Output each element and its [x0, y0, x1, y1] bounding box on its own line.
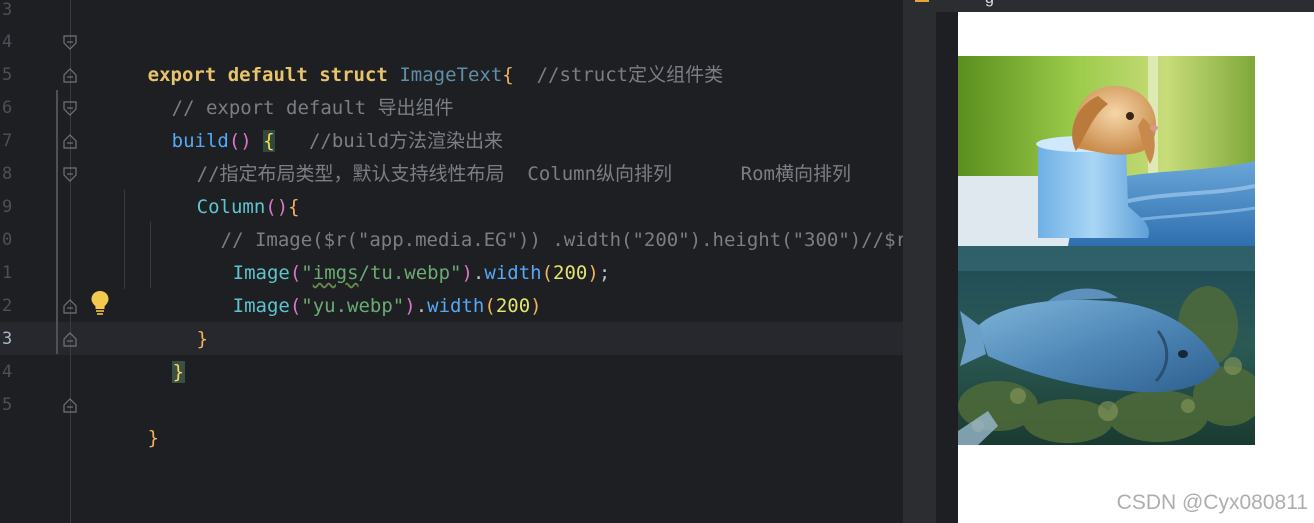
code-line-14: 4	[0, 356, 903, 389]
fold-close-icon[interactable]	[63, 332, 77, 347]
fold-open-icon[interactable]	[63, 167, 77, 182]
fold-close-icon[interactable]	[63, 398, 77, 413]
lightbulb-icon[interactable]	[90, 290, 110, 316]
code-line-12: 2 }	[0, 290, 903, 350]
brace: }	[147, 427, 160, 449]
line-number: 3	[2, 0, 13, 20]
code-line-8: 8 Column(){	[0, 158, 903, 218]
code-line-10: 0 Image("imgs/tu.webp").width(200);	[0, 224, 903, 284]
code-line-6: 6 build() { //build方法渲染出来	[0, 92, 903, 152]
rabbit-image	[958, 56, 1255, 246]
line-number: 3	[2, 329, 13, 349]
line-number: 6	[2, 98, 13, 118]
code-line-7: 7 //指定布局类型，默认支持线性布局 Column纵向排列 Rom横向排列	[0, 125, 903, 185]
fold-open-icon[interactable]	[63, 101, 77, 116]
line-number: 1	[2, 263, 13, 283]
code-line-11: 1 Image("yu.webp").width(200)	[0, 257, 903, 317]
line-number: 5	[2, 65, 13, 85]
code-line-9: 9 // Image($r("app.media.EG")) .width("2…	[0, 191, 903, 251]
line-number: 4	[2, 32, 13, 52]
fold-close-icon[interactable]	[63, 134, 77, 149]
preview-tab-label[interactable]: g	[985, 0, 994, 8]
fish-image	[958, 246, 1255, 445]
fold-open-icon[interactable]	[63, 35, 77, 50]
line-number: 5	[2, 395, 13, 415]
preview-tab-icon	[915, 0, 929, 2]
line-number: 2	[2, 296, 13, 316]
watermark: CSDN @Cyx080811	[1116, 491, 1308, 514]
code-line-4: 4 export default struct ImageText{ //str…	[0, 26, 903, 86]
line-number: 7	[2, 131, 13, 151]
line-number: 8	[2, 164, 13, 184]
preview-device-bezel	[936, 12, 958, 523]
code-line-15: 5 }	[0, 389, 903, 449]
code-line-3: 3	[0, 0, 903, 27]
line-number: 9	[2, 197, 13, 217]
line-number: 4	[2, 362, 13, 382]
preview-header: g	[903, 0, 1314, 12]
code-line-13: 3 }	[0, 323, 903, 383]
fold-close-icon[interactable]	[63, 68, 77, 83]
line-number: 0	[2, 230, 13, 250]
code-editor[interactable]: 3 4 export default struct ImageText{ //s…	[0, 0, 903, 523]
fold-close-icon[interactable]	[63, 299, 77, 314]
code-line-5: 5 // export default 导出组件	[0, 59, 903, 119]
